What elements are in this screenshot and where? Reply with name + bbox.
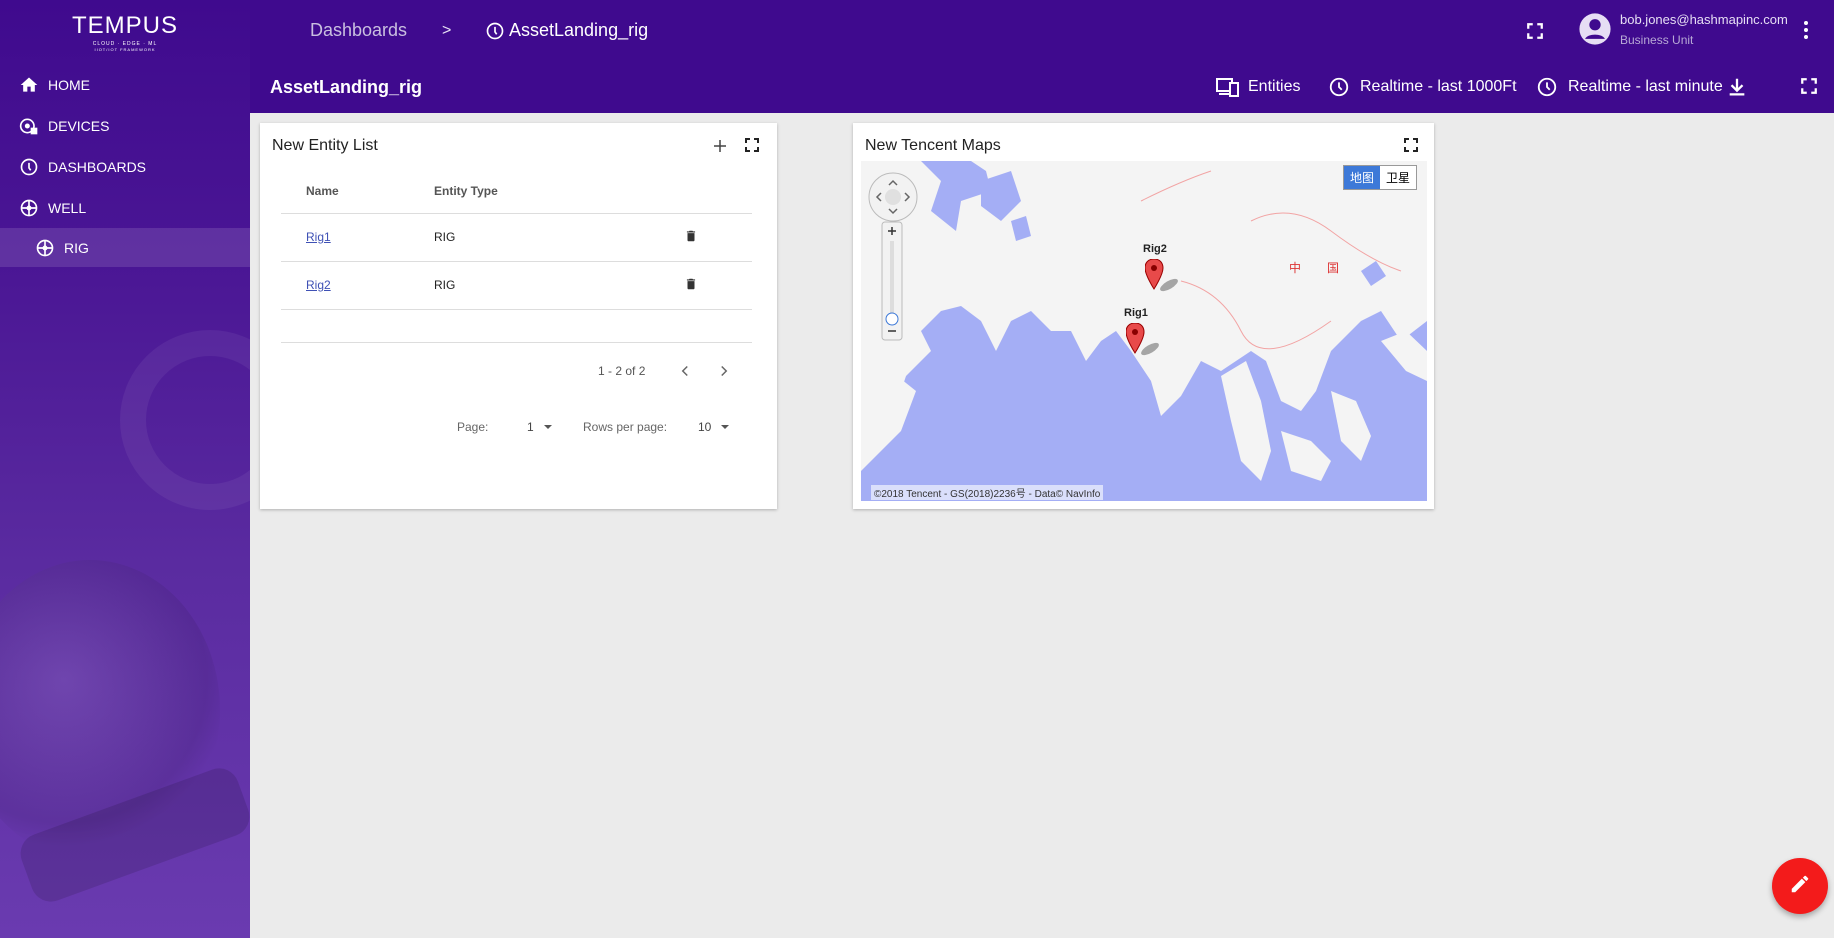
home-icon	[18, 74, 40, 96]
page-select-value: 1	[527, 420, 534, 434]
entity-table: Name Entity Type Rig1 RIG Rig2 RIG	[281, 169, 752, 310]
table-row[interactable]: Rig1 RIG	[281, 213, 752, 262]
page-select[interactable]: 1	[527, 420, 552, 434]
country-label: 中	[1289, 261, 1302, 275]
chevron-right-icon[interactable]	[715, 362, 733, 380]
sidebar-item-label: WELL	[48, 199, 87, 216]
fullscreen-icon[interactable]	[1526, 22, 1544, 40]
dashboard-title: AssetLanding_rig	[270, 77, 423, 97]
chevron-left-icon[interactable]	[676, 362, 694, 380]
entity-link[interactable]: Rig2	[306, 278, 331, 292]
table-row[interactable]: Rig2 RIG	[281, 261, 752, 310]
rig-icon	[34, 237, 56, 259]
add-icon[interactable]	[711, 137, 729, 155]
logo-text: TEMPUS	[71, 12, 178, 39]
sidebar-item-home[interactable]: HOME	[0, 64, 250, 105]
entity-type-cell: RIG	[434, 261, 684, 310]
map-type-switch: 地图 卫星	[1343, 165, 1418, 190]
sidebar: TEMPUS CLOUD · EDGE · ML IIOT/IOT FRAMEW…	[0, 0, 250, 938]
fullscreen-icon[interactable]	[1800, 77, 1818, 95]
delete-icon[interactable]	[684, 230, 698, 246]
sidebar-item-devices[interactable]: DEVICES	[0, 105, 250, 146]
rows-per-page-label: Rows per page:	[583, 420, 668, 434]
column-header-entity-type[interactable]: Entity Type	[434, 169, 684, 214]
zoom-control[interactable]	[881, 221, 903, 341]
devices-icon	[1216, 76, 1240, 98]
table-header-row: Name Entity Type	[281, 169, 752, 214]
sidebar-item-label: HOME	[48, 76, 90, 93]
pagination-range: 1 - 2 of 2	[598, 364, 646, 378]
fullscreen-icon[interactable]	[1403, 137, 1421, 155]
map-widget: New Tencent Maps 地图 卫星 中 国 Rig2 Rig1 ©20…	[853, 123, 1434, 509]
timewindow-depth-label: Realtime - last 1000Ft	[1360, 78, 1517, 95]
widget-title: New Entity List	[272, 137, 378, 154]
edit-icon	[1789, 873, 1811, 900]
marker-label: Rig1	[1124, 307, 1148, 319]
top-bar: Dashboards > AssetLanding_rig bob.jones@…	[250, 0, 1834, 60]
widget-title: New Tencent Maps	[865, 137, 1001, 154]
edit-dashboard-button[interactable]	[1772, 858, 1828, 914]
dashboard-toolbar: AssetLanding_rig Entities Realtime - las…	[250, 60, 1834, 113]
sidebar-background-art	[120, 330, 250, 510]
delete-cell	[684, 261, 752, 310]
clock-icon	[1536, 76, 1560, 98]
timewindow-time-button[interactable]: Realtime - last minute	[1536, 76, 1723, 98]
sidebar-item-dashboards[interactable]: DASHBOARDS	[0, 146, 250, 187]
more-vert-icon[interactable]	[1794, 18, 1818, 42]
dashboards-icon	[18, 156, 40, 178]
avatar	[1578, 12, 1612, 46]
clock-icon	[1328, 76, 1352, 98]
sidebar-item-well[interactable]: WELL	[0, 187, 250, 228]
sidebar-nav: HOME DEVICES DASHBOARDS WELL RIG	[0, 64, 250, 267]
logo-subtagline: IIOT/IOT FRAMEWORK	[94, 47, 156, 52]
breadcrumb-separator: >	[442, 22, 452, 39]
dashboards-icon	[485, 21, 505, 41]
column-header-name[interactable]: Name	[281, 169, 434, 214]
delete-icon[interactable]	[684, 278, 698, 294]
entity-name-cell: Rig2	[281, 261, 434, 310]
sidebar-item-label: DASHBOARDS	[48, 158, 147, 175]
country-label: 国	[1327, 261, 1340, 275]
rows-per-page-value: 10	[698, 420, 712, 434]
timewindow-depth-button[interactable]: Realtime - last 1000Ft	[1328, 76, 1517, 98]
user-email: bob.jones@hashmapinc.com	[1620, 12, 1788, 27]
sidebar-item-rig[interactable]: RIG	[0, 228, 250, 267]
caret-down-icon	[721, 425, 730, 429]
column-header-actions	[684, 169, 752, 214]
entity-link[interactable]: Rig1	[306, 230, 331, 244]
map-type-map[interactable]: 地图	[1344, 166, 1381, 189]
map-copyright: ©2018 Tencent - GS(2018)2236号 - Data© Na…	[871, 485, 1104, 500]
breadcrumb-dashboards[interactable]: Dashboards	[310, 20, 407, 41]
marker-label: Rig2	[1143, 243, 1167, 255]
page-label: Page:	[457, 420, 489, 434]
entity-name-cell: Rig1	[281, 213, 434, 262]
entity-type-cell: RIG	[434, 213, 684, 262]
user-menu[interactable]: bob.jones@hashmapinc.com Business Unit	[1578, 12, 1788, 47]
entities-label: Entities	[1248, 78, 1301, 95]
user-role: Business Unit	[1620, 33, 1694, 47]
timewindow-time-label: Realtime - last minute	[1568, 78, 1723, 95]
map-canvas[interactable]: 地图 卫星 中 国 Rig2 Rig1 ©2018 Tencent - GS(2…	[861, 161, 1427, 501]
delete-cell	[684, 213, 752, 262]
download-icon[interactable]	[1726, 76, 1748, 98]
fullscreen-icon[interactable]	[744, 137, 762, 155]
entities-button[interactable]: Entities	[1216, 76, 1300, 98]
map-type-satellite[interactable]: 卫星	[1380, 166, 1416, 189]
rows-per-page-select[interactable]: 10	[698, 420, 730, 434]
entity-list-widget: New Entity List Name Entity Type Rig1 RI…	[260, 123, 777, 509]
divider	[281, 342, 752, 343]
sidebar-item-label: DEVICES	[48, 117, 110, 134]
caret-down-icon	[543, 425, 552, 429]
devices-icon	[18, 115, 40, 137]
pan-control[interactable]	[867, 171, 919, 223]
breadcrumb-current-label: AssetLanding_rig	[509, 20, 649, 40]
breadcrumb-current: AssetLanding_rig	[485, 20, 648, 41]
sidebar-item-label: RIG	[64, 239, 89, 256]
well-icon	[18, 197, 40, 219]
logo[interactable]: TEMPUS CLOUD · EDGE · ML IIOT/IOT FRAMEW…	[0, 12, 250, 53]
